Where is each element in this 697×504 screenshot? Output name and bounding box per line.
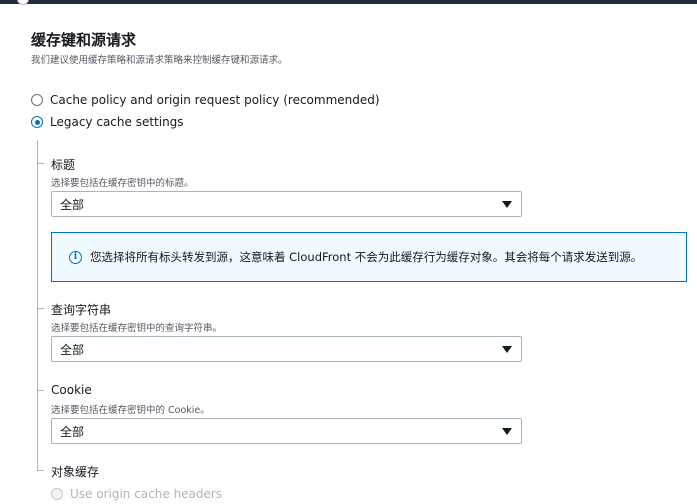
radio-button[interactable] (31, 94, 43, 106)
query-strings-select-value: 全部 (60, 342, 85, 357)
tree-tick-cookies (37, 390, 44, 391)
info-alert: i 您选择将所有标头转发到源，这意味着 CloudFront 不会为此缓存行为缓… (51, 232, 687, 282)
tree-connector-line (37, 140, 38, 470)
tree-tick-query-strings (37, 308, 44, 309)
radio-option-use-origin-cache-headers[interactable]: Use origin cache headers (51, 486, 222, 502)
top-bar (0, 0, 697, 4)
radio-label: Legacy cache settings (50, 115, 184, 129)
info-icon: i (69, 250, 82, 264)
radio-label: Cache policy and origin request policy (… (50, 93, 380, 107)
query-strings-select[interactable]: 全部 (51, 336, 522, 362)
caret-down-icon (502, 346, 512, 353)
query-strings-description: 选择要包括在缓存密钥中的查询字符串。 (51, 323, 223, 334)
radio-option-legacy-cache-settings[interactable]: Legacy cache settings (31, 114, 184, 130)
tree-tick-headers (37, 163, 44, 164)
radio-button-selected[interactable] (31, 116, 43, 128)
section-description: 我们建议使用缓存策略和源请求策略来控制缓存键和源请求。 (31, 55, 288, 66)
previous-radio-partial[interactable] (17, 0, 29, 5)
headers-label: 标题 (51, 158, 76, 172)
info-alert-text: 您选择将所有标头转发到源，这意味着 CloudFront 不会为此缓存行为缓存对… (90, 250, 643, 264)
headers-description: 选择要包括在缓存密钥中的标题。 (51, 178, 194, 189)
caret-down-icon (502, 201, 512, 208)
radio-button-disabled[interactable] (51, 488, 63, 500)
cookies-label: Cookie (51, 383, 92, 397)
radio-label: Use origin cache headers (70, 487, 223, 501)
headers-select-value: 全部 (60, 197, 85, 212)
cookies-description: 选择要包括在缓存密钥中的 Cookie。 (51, 405, 210, 416)
tree-tick-object-caching (37, 470, 44, 471)
headers-select[interactable]: 全部 (51, 191, 522, 217)
cookies-select-value: 全部 (60, 424, 85, 439)
radio-option-policy-recommended[interactable]: Cache policy and origin request policy (… (31, 92, 380, 108)
caret-down-icon (502, 428, 512, 435)
section-title: 缓存键和源请求 (31, 31, 137, 49)
cookies-select[interactable]: 全部 (51, 418, 522, 444)
object-caching-label: 对象缓存 (51, 465, 100, 479)
query-strings-label: 查询字符串 (51, 303, 112, 317)
